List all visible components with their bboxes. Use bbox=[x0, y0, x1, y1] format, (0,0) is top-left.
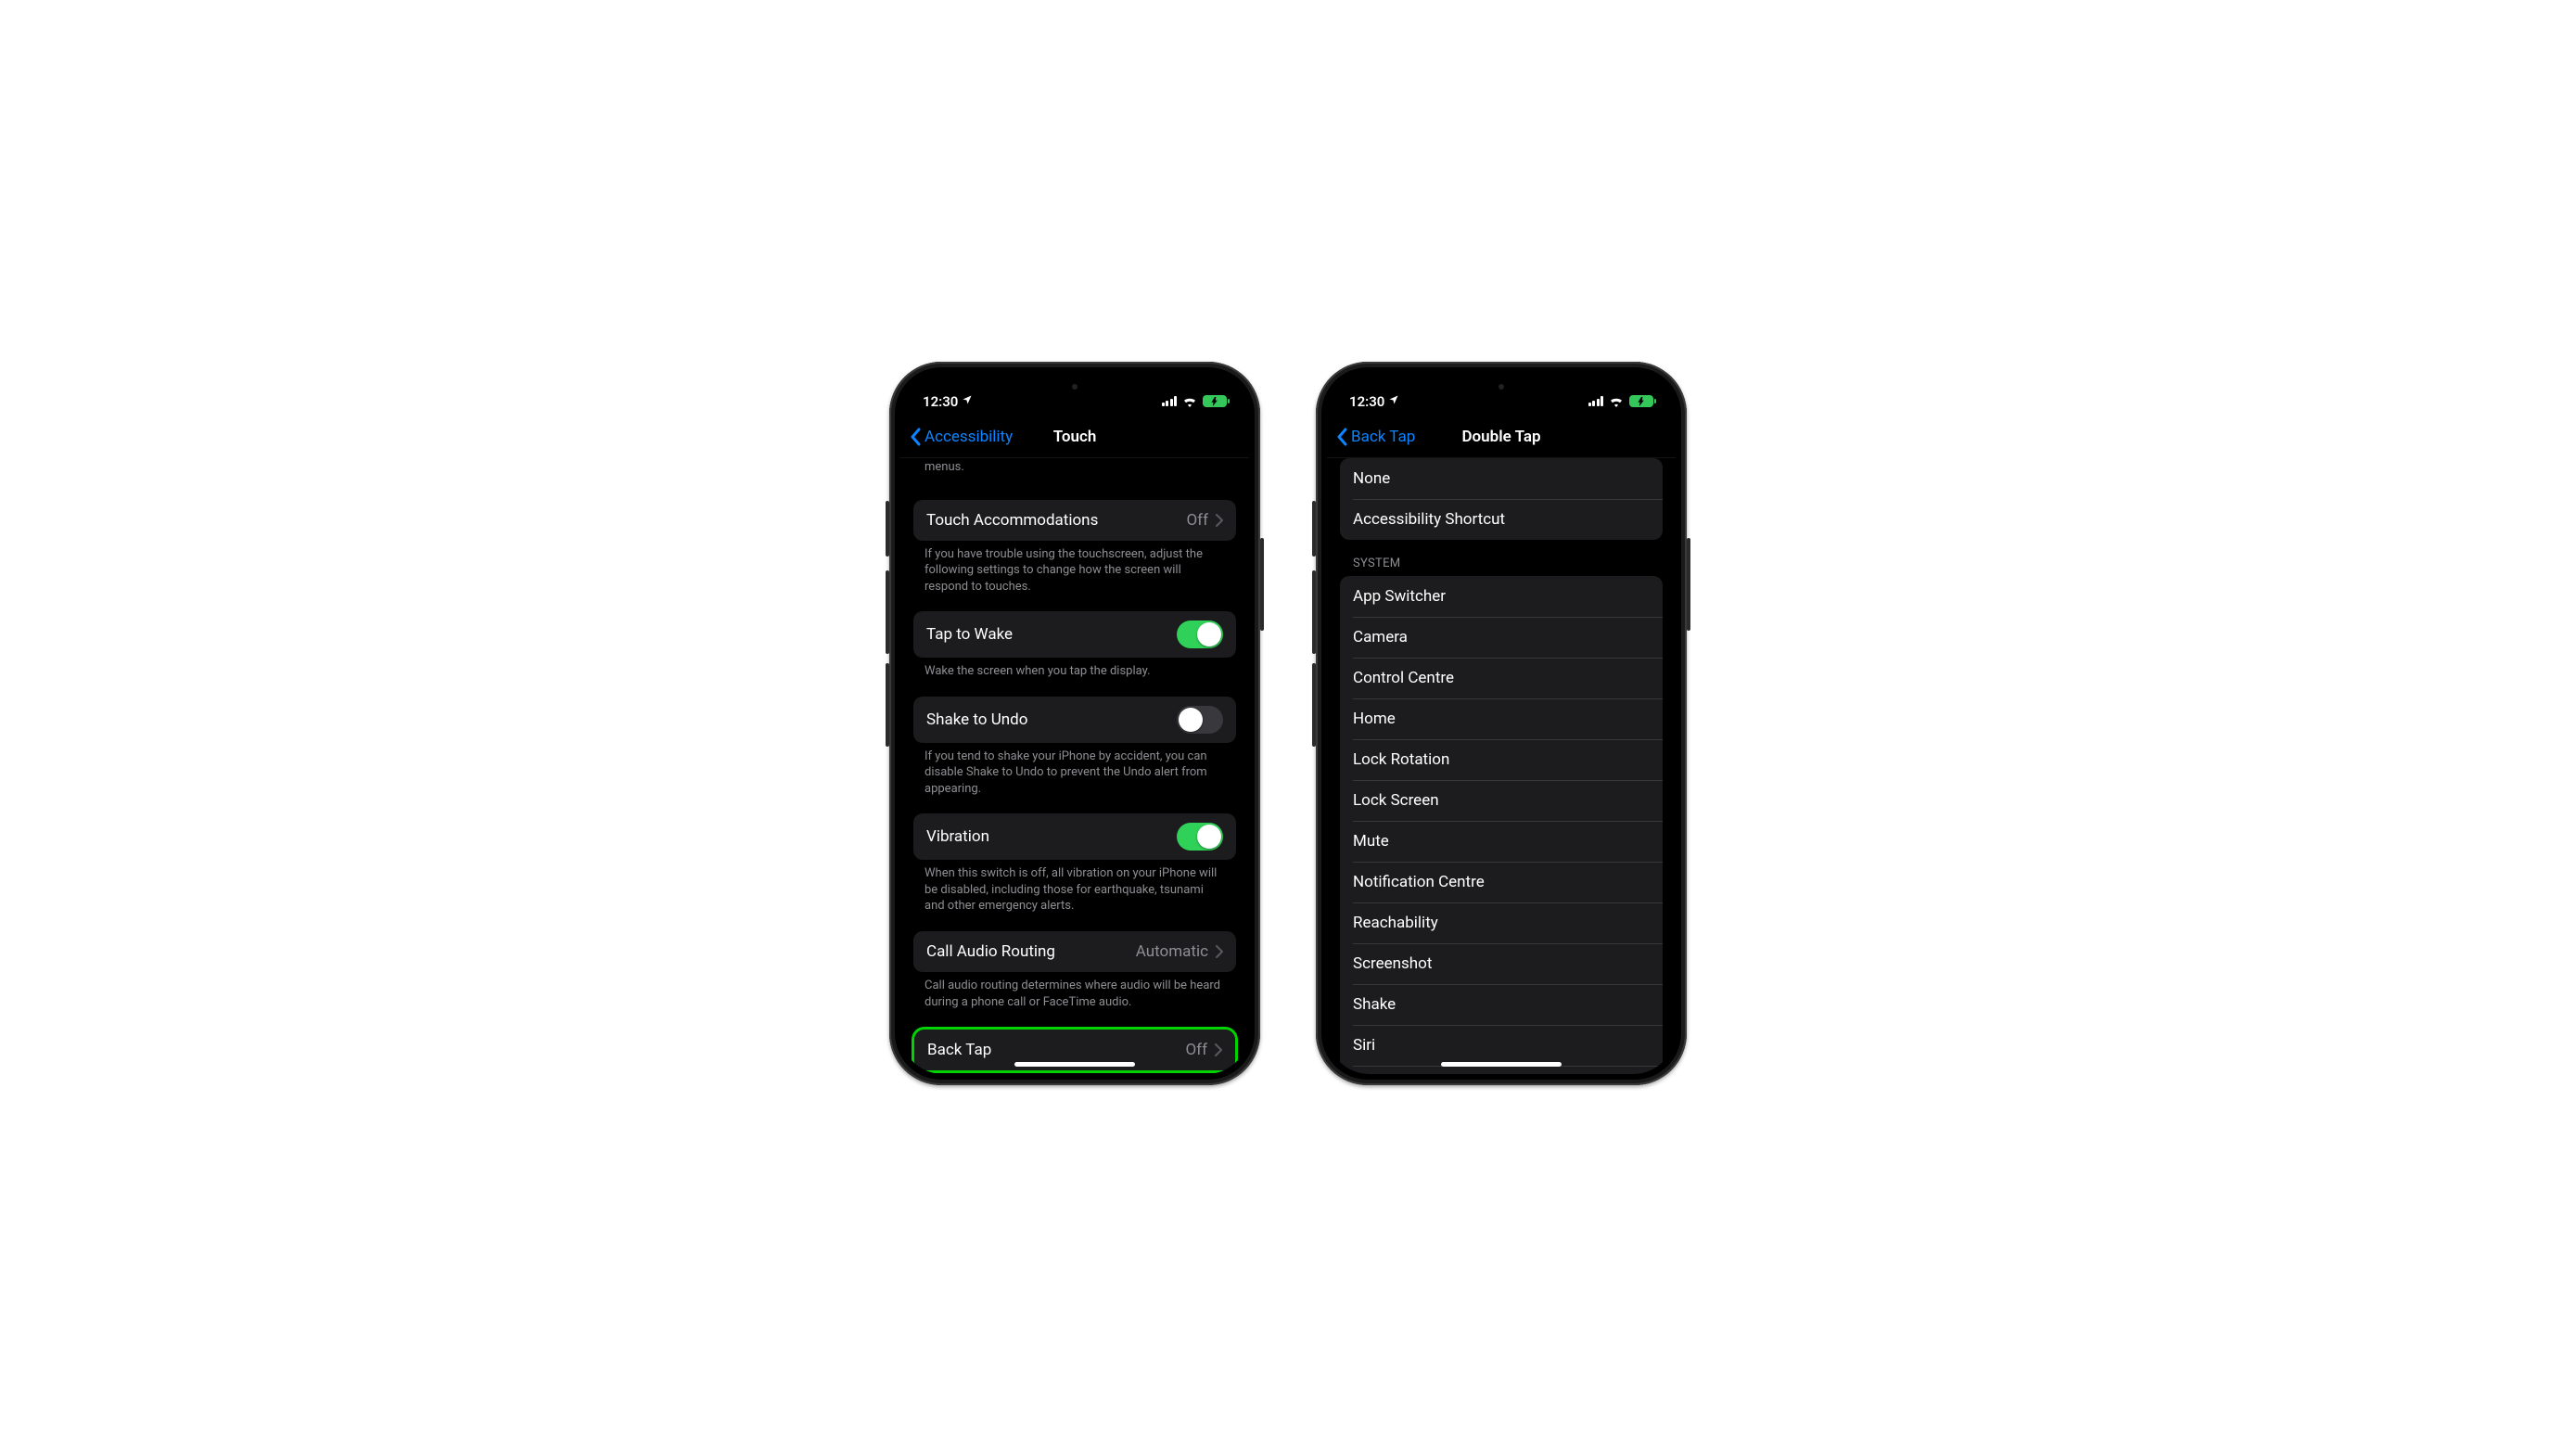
row-tap-to-wake[interactable]: Tap to Wake bbox=[913, 611, 1236, 658]
back-label: Accessibility bbox=[925, 428, 1013, 446]
switch-tap-to-wake[interactable] bbox=[1177, 621, 1223, 648]
navigation-bar: Back Tap Double Tap bbox=[1327, 417, 1676, 458]
wifi-icon bbox=[1182, 396, 1197, 407]
option-lock-screen[interactable]: Lock Screen bbox=[1340, 780, 1663, 821]
back-button[interactable]: Accessibility bbox=[910, 417, 1013, 457]
option-label: Lock Screen bbox=[1353, 791, 1439, 810]
row-label: Shake to Undo bbox=[926, 710, 1027, 729]
content-scroll[interactable]: None Accessibility Shortcut SYSTEM App Sw… bbox=[1327, 458, 1676, 1074]
location-icon bbox=[962, 394, 973, 408]
option-spotlight[interactable]: Spotlight bbox=[1340, 1066, 1663, 1074]
page-title: Touch bbox=[1053, 428, 1097, 446]
row-shake-to-undo[interactable]: Shake to Undo bbox=[913, 697, 1236, 743]
notch bbox=[1432, 373, 1571, 401]
cellular-icon bbox=[1162, 396, 1178, 406]
content-scroll[interactable]: menus. Touch Accommodations Off If you h… bbox=[900, 458, 1249, 1074]
battery-icon bbox=[1203, 395, 1227, 407]
back-button[interactable]: Back Tap bbox=[1336, 417, 1415, 457]
switch-shake-to-undo[interactable] bbox=[1177, 706, 1223, 734]
option-siri[interactable]: Siri bbox=[1340, 1025, 1663, 1066]
page-title: Double Tap bbox=[1461, 428, 1540, 446]
option-label: Screenshot bbox=[1353, 954, 1432, 973]
option-camera[interactable]: Camera bbox=[1340, 617, 1663, 658]
switch-vibration[interactable] bbox=[1177, 823, 1223, 851]
navigation-bar: Accessibility Touch bbox=[900, 417, 1249, 458]
row-value: Off bbox=[1186, 511, 1208, 530]
screen-right: 12:30 Back Tap Double Tap bbox=[1327, 373, 1676, 1074]
row-call-audio-routing[interactable]: Call Audio Routing Automatic bbox=[913, 931, 1236, 972]
row-description: If you have trouble using the touchscree… bbox=[913, 541, 1236, 595]
option-home[interactable]: Home bbox=[1340, 698, 1663, 739]
row-touch-accommodations[interactable]: Touch Accommodations Off bbox=[913, 500, 1236, 541]
chevron-right-icon bbox=[1216, 945, 1223, 958]
row-value: Automatic bbox=[1136, 942, 1208, 961]
home-indicator[interactable] bbox=[1014, 1062, 1135, 1067]
option-label: Accessibility Shortcut bbox=[1353, 510, 1505, 529]
option-app-switcher[interactable]: App Switcher bbox=[1340, 576, 1663, 617]
chevron-right-icon bbox=[1215, 1043, 1222, 1056]
option-label: Siri bbox=[1353, 1036, 1375, 1055]
row-label: Back Tap bbox=[927, 1041, 991, 1059]
phone-frame-left: 12:30 Accessibility Touch bbox=[889, 362, 1260, 1085]
back-label: Back Tap bbox=[1351, 428, 1415, 446]
highlight-back-tap: Back Tap Off bbox=[912, 1027, 1238, 1073]
status-time: 12:30 bbox=[1349, 393, 1384, 410]
home-indicator[interactable] bbox=[1441, 1062, 1562, 1067]
battery-icon bbox=[1629, 395, 1653, 407]
option-notification-centre[interactable]: Notification Centre bbox=[1340, 862, 1663, 902]
cellular-icon bbox=[1588, 396, 1604, 406]
option-control-centre[interactable]: Control Centre bbox=[1340, 658, 1663, 698]
option-label: Notification Centre bbox=[1353, 873, 1485, 891]
option-label: Reachability bbox=[1353, 914, 1438, 932]
option-label: App Switcher bbox=[1353, 587, 1446, 606]
phone-frame-right: 12:30 Back Tap Double Tap bbox=[1316, 362, 1687, 1085]
row-label: Call Audio Routing bbox=[926, 942, 1055, 961]
row-description: If you tend to shake your iPhone by acci… bbox=[913, 743, 1236, 798]
option-label: None bbox=[1353, 469, 1390, 488]
status-time: 12:30 bbox=[923, 393, 958, 410]
row-label: Tap to Wake bbox=[926, 625, 1013, 644]
option-label: Home bbox=[1353, 710, 1396, 728]
notch bbox=[1005, 373, 1144, 401]
option-label: Control Centre bbox=[1353, 669, 1454, 687]
option-label: Mute bbox=[1353, 832, 1389, 851]
chevron-right-icon bbox=[1216, 514, 1223, 527]
row-description: When this switch is off, all vibration o… bbox=[913, 860, 1236, 915]
option-accessibility-shortcut[interactable]: Accessibility Shortcut bbox=[1340, 499, 1663, 540]
option-screenshot[interactable]: Screenshot bbox=[1340, 943, 1663, 984]
row-vibration[interactable]: Vibration bbox=[913, 813, 1236, 860]
option-lock-rotation[interactable]: Lock Rotation bbox=[1340, 739, 1663, 780]
row-label: Touch Accommodations bbox=[926, 511, 1098, 530]
row-description: Wake the screen when you tap the display… bbox=[913, 658, 1236, 680]
truncated-footer: menus. bbox=[913, 458, 1236, 483]
location-icon bbox=[1388, 394, 1399, 408]
option-reachability[interactable]: Reachability bbox=[1340, 902, 1663, 943]
option-none[interactable]: None bbox=[1340, 458, 1663, 499]
section-header-system: SYSTEM bbox=[1340, 540, 1663, 576]
option-label: Lock Rotation bbox=[1353, 750, 1449, 769]
wifi-icon bbox=[1609, 396, 1624, 407]
option-mute[interactable]: Mute bbox=[1340, 821, 1663, 862]
option-label: Shake bbox=[1353, 995, 1396, 1014]
row-label: Vibration bbox=[926, 827, 989, 846]
row-value: Off bbox=[1185, 1041, 1207, 1059]
screen-left: 12:30 Accessibility Touch bbox=[900, 373, 1249, 1074]
row-description: Call audio routing determines where audi… bbox=[913, 972, 1236, 1010]
option-label: Camera bbox=[1353, 628, 1408, 646]
option-shake[interactable]: Shake bbox=[1340, 984, 1663, 1025]
